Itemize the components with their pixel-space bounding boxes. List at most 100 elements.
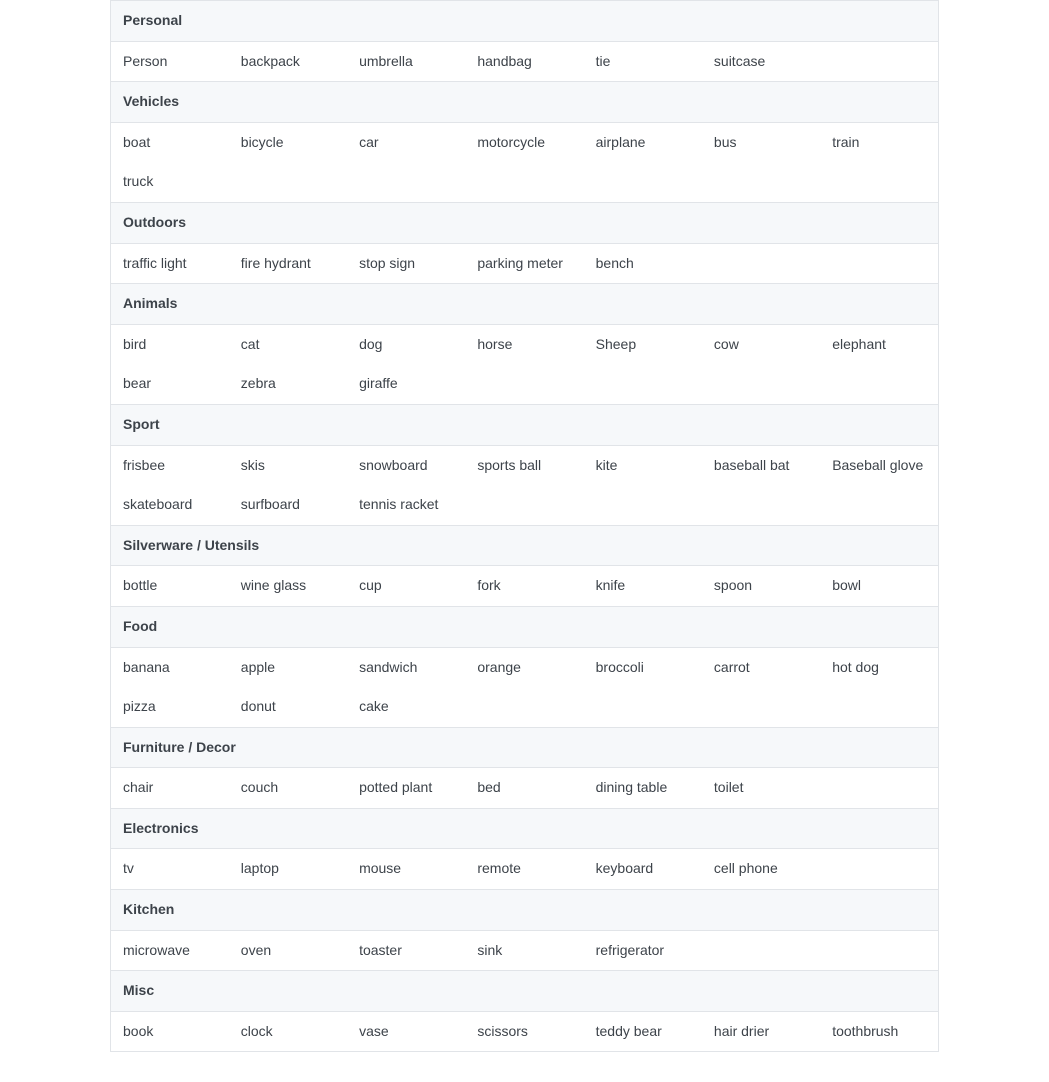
category-item: skis	[229, 445, 347, 485]
category-item: banana	[111, 647, 229, 687]
empty-cell	[584, 162, 702, 202]
section-items-row: chair couch potted plant bed dining tabl…	[111, 768, 939, 809]
category-item: bear	[111, 364, 229, 404]
table-body: Personal Person backpack umbrella handba…	[111, 1, 939, 1052]
empty-cell	[820, 849, 938, 890]
category-item: clock	[229, 1011, 347, 1052]
category-item: cat	[229, 324, 347, 364]
category-item: apple	[229, 647, 347, 687]
section-header: Furniture / Decor	[111, 727, 939, 768]
section-header: Animals	[111, 284, 939, 325]
empty-cell	[820, 364, 938, 404]
category-item: potted plant	[347, 768, 465, 809]
category-item: refrigerator	[584, 930, 702, 971]
category-item: kite	[584, 445, 702, 485]
category-item: bird	[111, 324, 229, 364]
category-item: hot dog	[820, 647, 938, 687]
category-item: elephant	[820, 324, 938, 364]
category-item: truck	[111, 162, 229, 202]
empty-cell	[702, 162, 820, 202]
section-header: Sport	[111, 404, 939, 445]
section-header: Vehicles	[111, 82, 939, 123]
empty-cell	[465, 485, 583, 525]
category-item: bed	[465, 768, 583, 809]
category-item: sports ball	[465, 445, 583, 485]
empty-cell	[584, 687, 702, 727]
section-items-row: bird cat dog horse Sheep cow elephant	[111, 324, 939, 364]
section-items-row: skateboard surfboard tennis racket	[111, 485, 939, 525]
category-item: cow	[702, 324, 820, 364]
category-item: giraffe	[347, 364, 465, 404]
section-header: Silverware / Utensils	[111, 525, 939, 566]
section-items-row: boat bicycle car motorcycle airplane bus…	[111, 122, 939, 162]
category-item: traffic light	[111, 243, 229, 284]
category-item: boat	[111, 122, 229, 162]
category-item: microwave	[111, 930, 229, 971]
section-header: Food	[111, 606, 939, 647]
category-item: parking meter	[465, 243, 583, 284]
section-header: Electronics	[111, 808, 939, 849]
category-item: hair drier	[702, 1011, 820, 1052]
category-item: laptop	[229, 849, 347, 890]
section-header-row: Food	[111, 606, 939, 647]
category-item: bicycle	[229, 122, 347, 162]
section-items-row: bottle wine glass cup fork knife spoon b…	[111, 566, 939, 607]
category-item: orange	[465, 647, 583, 687]
section-header-row: Sport	[111, 404, 939, 445]
category-item: fire hydrant	[229, 243, 347, 284]
category-item: book	[111, 1011, 229, 1052]
category-item: mouse	[347, 849, 465, 890]
section-header-row: Vehicles	[111, 82, 939, 123]
category-item: spoon	[702, 566, 820, 607]
category-item: baseball bat	[702, 445, 820, 485]
category-item: pizza	[111, 687, 229, 727]
section-header: Misc	[111, 971, 939, 1012]
category-item: airplane	[584, 122, 702, 162]
category-item: cup	[347, 566, 465, 607]
category-item: cake	[347, 687, 465, 727]
category-item: bus	[702, 122, 820, 162]
category-item: Person	[111, 41, 229, 82]
category-item: backpack	[229, 41, 347, 82]
section-items-row: Person backpack umbrella handbag tie sui…	[111, 41, 939, 82]
category-item: chair	[111, 768, 229, 809]
category-item: dining table	[584, 768, 702, 809]
empty-cell	[465, 364, 583, 404]
empty-cell	[820, 930, 938, 971]
section-header-row: Silverware / Utensils	[111, 525, 939, 566]
category-item: bottle	[111, 566, 229, 607]
empty-cell	[702, 930, 820, 971]
section-header-row: Electronics	[111, 808, 939, 849]
category-item: fork	[465, 566, 583, 607]
section-items-row: book clock vase scissors teddy bear hair…	[111, 1011, 939, 1052]
empty-cell	[820, 243, 938, 284]
category-item: teddy bear	[584, 1011, 702, 1052]
category-item: knife	[584, 566, 702, 607]
category-item: Sheep	[584, 324, 702, 364]
category-item: handbag	[465, 41, 583, 82]
category-item: horse	[465, 324, 583, 364]
empty-cell	[820, 687, 938, 727]
category-item: remote	[465, 849, 583, 890]
category-item: dog	[347, 324, 465, 364]
empty-cell	[702, 364, 820, 404]
category-item: car	[347, 122, 465, 162]
category-item: bench	[584, 243, 702, 284]
empty-cell	[584, 485, 702, 525]
empty-cell	[465, 162, 583, 202]
category-item: skateboard	[111, 485, 229, 525]
empty-cell	[702, 243, 820, 284]
category-item: sandwich	[347, 647, 465, 687]
empty-cell	[465, 687, 583, 727]
category-item: oven	[229, 930, 347, 971]
category-table: Personal Person backpack umbrella handba…	[110, 0, 939, 1052]
category-item: bowl	[820, 566, 938, 607]
section-header-row: Misc	[111, 971, 939, 1012]
category-item: broccoli	[584, 647, 702, 687]
category-item: tie	[584, 41, 702, 82]
category-item: toilet	[702, 768, 820, 809]
section-header-row: Animals	[111, 284, 939, 325]
category-item: stop sign	[347, 243, 465, 284]
empty-cell	[820, 768, 938, 809]
section-items-row: tv laptop mouse remote keyboard cell pho…	[111, 849, 939, 890]
